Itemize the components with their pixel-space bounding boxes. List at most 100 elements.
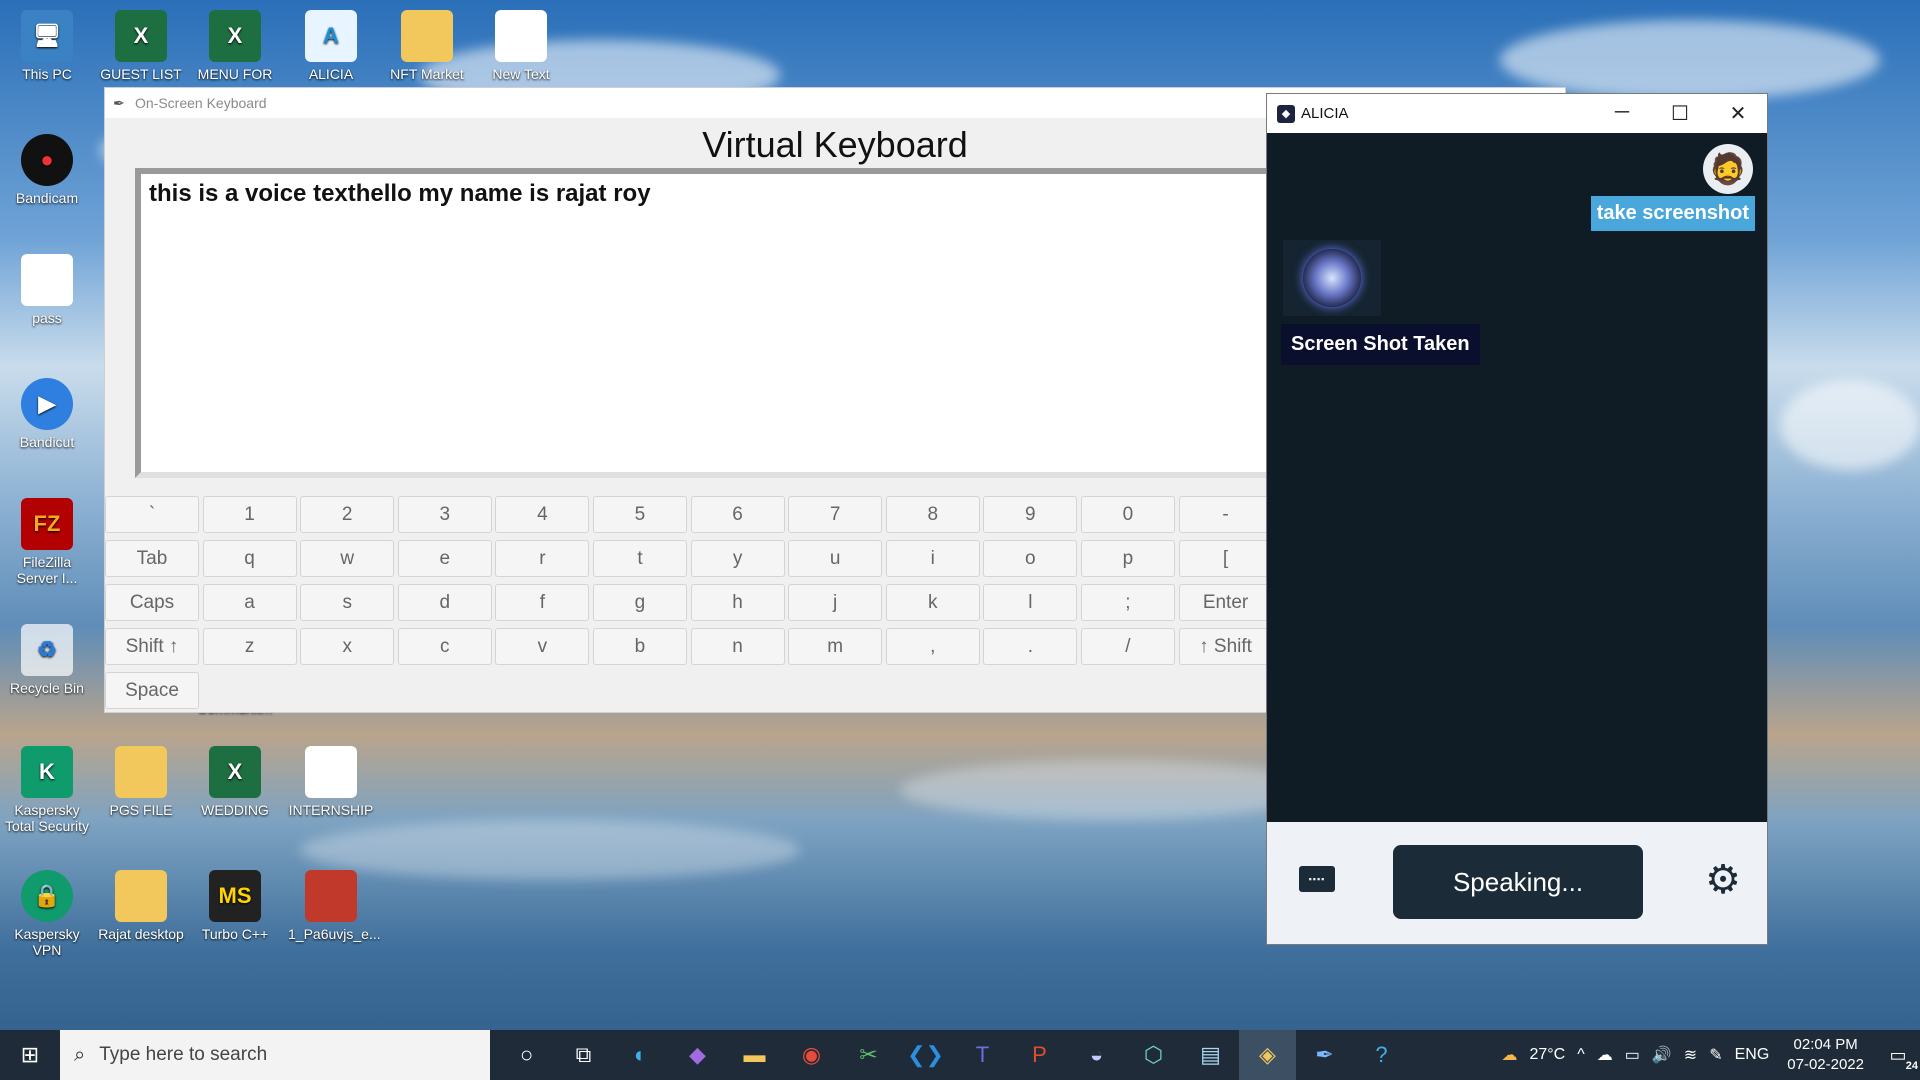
key[interactable]: 2 — [300, 496, 395, 533]
help-icon[interactable]: ? — [1353, 1030, 1410, 1080]
key[interactable]: x — [300, 628, 395, 665]
desktop-icon-bandicut[interactable]: ▶ Bandicut — [4, 378, 90, 450]
key[interactable]: - — [1178, 496, 1273, 533]
desktop-icon-kaspersky-vpn[interactable]: 🔒 Kaspersky VPN — [4, 870, 90, 958]
desktop-icon-rajat-desktop[interactable]: Rajat desktop — [98, 870, 184, 942]
key[interactable]: e — [397, 540, 492, 577]
key[interactable]: w — [300, 540, 395, 577]
taskbar-search-box[interactable]: ⌕ Type here to search — [60, 1030, 490, 1080]
key[interactable]: l — [983, 584, 1078, 621]
clock[interactable]: 02:04 PM 07-02-2022 — [1787, 1035, 1864, 1075]
speak-button[interactable]: Speaking... — [1393, 845, 1643, 919]
python-app-icon[interactable]: ◈ — [1239, 1030, 1296, 1080]
osk-feather-icon[interactable]: ✒ — [1296, 1030, 1353, 1080]
wifi-icon[interactable]: ≋ — [1684, 1045, 1697, 1065]
file-explorer-icon[interactable]: ▬ — [726, 1030, 783, 1080]
desktop-icon-pgs-file[interactable]: PGS FILE — [98, 746, 184, 818]
key[interactable]: m — [788, 628, 883, 665]
battery-icon[interactable]: ▭ — [1625, 1045, 1640, 1065]
alicia-title-bar[interactable]: ◆ ALICIA ─ ☐ ✕ — [1267, 94, 1767, 133]
key[interactable]: / — [1080, 628, 1175, 665]
app-cube-icon[interactable]: ⬡ — [1125, 1030, 1182, 1080]
key[interactable]: y — [690, 540, 785, 577]
maximize-button[interactable]: ☐ — [1651, 101, 1709, 126]
key[interactable]: z — [202, 628, 297, 665]
space-key[interactable]: Space — [105, 672, 199, 709]
key[interactable]: 3 — [397, 496, 492, 533]
teams-icon[interactable]: T — [954, 1030, 1011, 1080]
notification-center-icon[interactable]: ▭ 24 — [1876, 1045, 1920, 1072]
caps-key[interactable]: Caps — [105, 584, 199, 621]
key[interactable]: h — [690, 584, 785, 621]
key[interactable]: b — [592, 628, 687, 665]
weather-icon[interactable]: ☁ — [1501, 1045, 1517, 1065]
key[interactable]: , — [885, 628, 980, 665]
cortana-icon[interactable]: ○ — [498, 1030, 555, 1080]
desktop-icon-this-pc[interactable]: 🖥 This PC — [4, 10, 90, 82]
key[interactable]: g — [592, 584, 687, 621]
cloud-sync-icon[interactable]: ☁ — [1597, 1045, 1613, 1065]
desktop-icon-bandicam[interactable]: ● Bandicam — [4, 134, 90, 206]
key[interactable]: i — [885, 540, 980, 577]
close-button[interactable]: ✕ — [1709, 101, 1767, 126]
key[interactable]: c — [397, 628, 492, 665]
chevron-up-icon[interactable]: ^ — [1577, 1046, 1585, 1064]
desktop-icon-image-file[interactable]: 1_Pa6uvjs_e... — [288, 870, 381, 942]
windows-start-icon[interactable]: ⊞ — [0, 1030, 60, 1080]
keyboard-icon[interactable]: ▪▪▪▪ — [1299, 866, 1335, 892]
volume-icon[interactable]: 🔊 — [1652, 1045, 1672, 1065]
minimize-button[interactable]: ─ — [1593, 101, 1651, 126]
language-indicator[interactable]: ENG — [1735, 1046, 1770, 1064]
snipping-tool-icon[interactable]: ✂ — [840, 1030, 897, 1080]
eclipse-icon[interactable]: ◒ — [1068, 1030, 1125, 1080]
desktop-icon-filezilla[interactable]: FZ FileZilla Server I... — [4, 498, 90, 586]
desktop-icon-internship[interactable]: INTERNSHIP — [288, 746, 374, 818]
key[interactable]: 7 — [788, 496, 883, 533]
key[interactable]: t — [592, 540, 687, 577]
key[interactable]: 5 — [592, 496, 687, 533]
desktop-icon-guest-list[interactable]: X GUEST LIST — [98, 10, 184, 82]
key[interactable]: ; — [1080, 584, 1175, 621]
key[interactable]: n — [690, 628, 785, 665]
key[interactable]: a — [202, 584, 297, 621]
desktop-icon-pass[interactable]: pass — [4, 254, 90, 326]
key[interactable]: [ — [1178, 540, 1273, 577]
visual-studio-icon[interactable]: ◆ — [669, 1030, 726, 1080]
key[interactable]: f — [495, 584, 590, 621]
key[interactable]: 6 — [690, 496, 785, 533]
key[interactable]: r — [495, 540, 590, 577]
edge-icon[interactable]: ◐ — [612, 1030, 669, 1080]
settings-gear-icon[interactable]: ⚙ — [1705, 860, 1741, 900]
key[interactable]: k — [885, 584, 980, 621]
desktop-icon-kaspersky-total[interactable]: K Kaspersky Total Security — [4, 746, 90, 834]
chrome-icon[interactable]: ◉ — [783, 1030, 840, 1080]
key[interactable]: s — [300, 584, 395, 621]
desktop-icon-nft-market[interactable]: NFT Market — [384, 10, 470, 82]
desktop-icon-alicia[interactable]: A ALICIA — [288, 10, 374, 82]
desktop-icon-recycle-bin[interactable]: ♻ Recycle Bin — [4, 624, 90, 696]
key[interactable]: 0 — [1080, 496, 1175, 533]
desktop-icon-turbo-cpp[interactable]: MS Turbo C++ — [192, 870, 278, 942]
enter-key[interactable]: Enter — [1178, 584, 1273, 621]
key[interactable]: d — [397, 584, 492, 621]
key[interactable]: p — [1080, 540, 1175, 577]
desktop-icon-wedding[interactable]: X WEDDING — [192, 746, 278, 818]
task-view-icon[interactable]: ⧉ — [555, 1030, 612, 1080]
key[interactable]: o — [983, 540, 1078, 577]
vscode-icon[interactable]: ❮❯ — [897, 1030, 954, 1080]
desktop-icon-new-text[interactable]: New Text — [478, 10, 564, 82]
key[interactable]: ` — [105, 496, 199, 533]
powerpoint-icon[interactable]: P — [1011, 1030, 1068, 1080]
key[interactable]: 8 — [885, 496, 980, 533]
notepad-icon[interactable]: ▤ — [1182, 1030, 1239, 1080]
left-shift-key[interactable]: Shift ↑ — [105, 628, 199, 665]
key[interactable]: 9 — [983, 496, 1078, 533]
temperature[interactable]: 27°C — [1529, 1046, 1565, 1064]
desktop-icon-menu-for[interactable]: X MENU FOR — [192, 10, 278, 82]
key[interactable]: 4 — [495, 496, 590, 533]
key[interactable]: j — [788, 584, 883, 621]
key[interactable]: q — [202, 540, 297, 577]
tab-key[interactable]: Tab — [105, 540, 199, 577]
key[interactable]: v — [495, 628, 590, 665]
key[interactable]: 1 — [202, 496, 297, 533]
